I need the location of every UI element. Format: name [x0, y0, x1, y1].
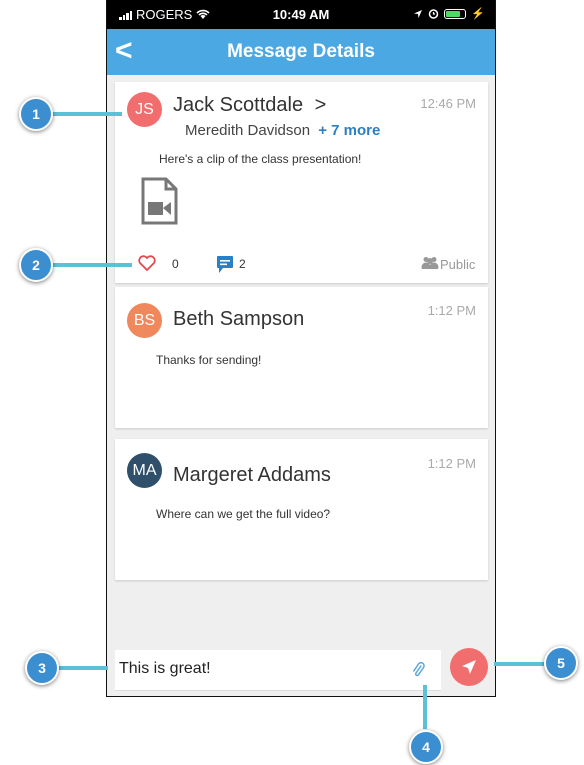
avatar[interactable]: MA: [127, 453, 162, 488]
recipient-line: Meredith Davidson + 7 more: [185, 122, 380, 139]
reply-card[interactable]: BS Beth Sampson 1:12 PM Thanks for sendi…: [115, 287, 488, 428]
visibility-label: Public: [440, 257, 476, 272]
reply-time: 1:12 PM: [427, 303, 476, 318]
recipient-arrow: >: [314, 94, 327, 116]
heart-icon[interactable]: [138, 255, 156, 271]
reply-card[interactable]: MA Margeret Addams 1:12 PM Where can we …: [115, 439, 488, 580]
callout-2: 2: [19, 248, 53, 282]
message-input[interactable]: [119, 656, 389, 682]
nav-bar: < Message Details: [107, 29, 495, 75]
like-count: 0: [172, 257, 179, 271]
reply-text: Thanks for sending!: [156, 353, 262, 367]
alarm-icon: [429, 9, 439, 19]
callout-3: 3: [25, 651, 59, 685]
reply-author[interactable]: Beth Sampson: [173, 308, 304, 331]
callout-arrow: [423, 685, 427, 729]
composer: [115, 650, 441, 691]
video-file-icon[interactable]: [139, 177, 179, 225]
avatar[interactable]: JS: [127, 92, 162, 127]
send-icon: [462, 660, 476, 674]
charging-icon: ⚡: [471, 8, 485, 20]
reply-author[interactable]: Margeret Addams: [173, 464, 331, 487]
post-card[interactable]: JS Jack Scottdale > Meredith Davidson + …: [115, 82, 488, 283]
more-recipients-link[interactable]: + 7 more: [318, 122, 380, 139]
comment-count: 2: [239, 257, 246, 271]
group-icon: [421, 257, 439, 269]
location-icon: [414, 9, 423, 18]
page-title: Message Details: [227, 41, 375, 62]
recipient-name: Meredith Davidson: [185, 122, 311, 139]
phone-screen: ROGERS 10:49 AM ⚡ < Message Details JS J…: [106, 0, 496, 697]
callout-4: 4: [409, 730, 443, 764]
sender-name[interactable]: Jack Scottdale: [173, 94, 303, 116]
status-bar: ROGERS 10:49 AM ⚡: [107, 0, 495, 29]
callout-arrow: [52, 263, 132, 267]
sender-line: Jack Scottdale >: [173, 94, 326, 117]
comment-icon[interactable]: [216, 255, 234, 274]
post-text: Here's a clip of the class presentation!: [159, 152, 362, 166]
paperclip-icon[interactable]: [412, 662, 425, 678]
post-time: 12:46 PM: [420, 96, 476, 111]
reply-time: 1:12 PM: [427, 456, 476, 471]
callout-arrow: [58, 666, 108, 670]
reply-text: Where can we get the full video?: [156, 507, 331, 521]
callout-arrow: [494, 662, 544, 666]
callout-5: 5: [544, 646, 578, 680]
callout-arrow: [52, 112, 122, 116]
callout-1: 1: [19, 97, 53, 131]
battery-icon: [444, 8, 467, 19]
send-button[interactable]: [450, 648, 488, 686]
avatar[interactable]: BS: [127, 303, 162, 338]
